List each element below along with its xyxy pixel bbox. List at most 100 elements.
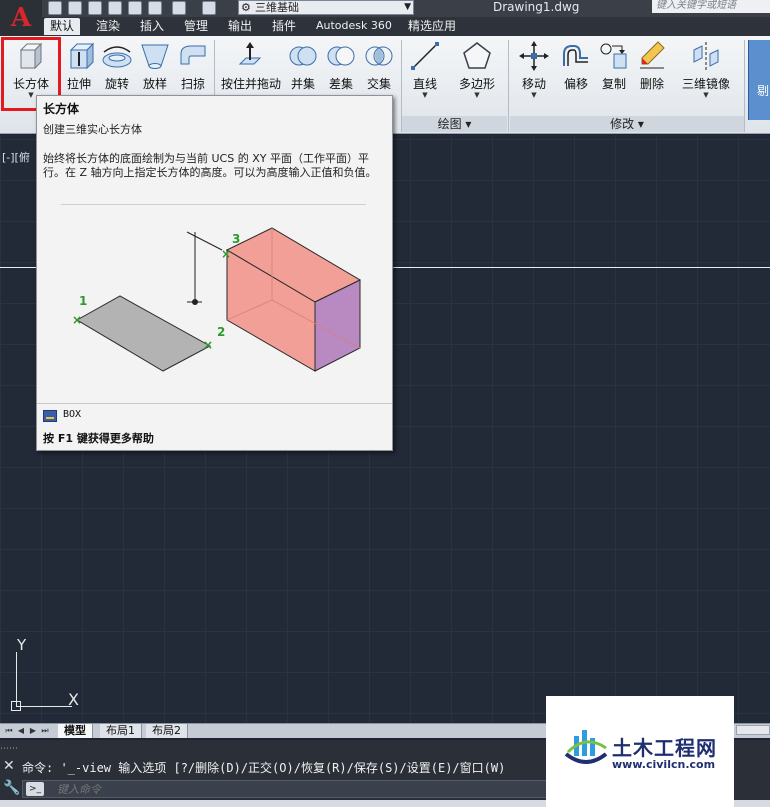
line-button[interactable]: 直线 ▼ bbox=[405, 40, 445, 102]
close-icon[interactable]: ✕ bbox=[3, 758, 15, 774]
offset-button[interactable]: 偏移 bbox=[556, 40, 596, 102]
copy-label: 复制 bbox=[601, 77, 626, 91]
ucs-y-axis bbox=[16, 652, 17, 706]
open-icon[interactable] bbox=[68, 1, 82, 15]
polygon-icon bbox=[461, 40, 493, 72]
draw-panel-title[interactable]: 绘图 ▾ bbox=[402, 116, 507, 132]
extrude-button[interactable]: 拉伸 bbox=[59, 40, 99, 102]
tooltip-footer-divider bbox=[37, 403, 392, 404]
intersect-button[interactable]: 交集 bbox=[359, 40, 399, 102]
tab-autodesk-360[interactable]: Autodesk 360 bbox=[310, 18, 398, 35]
undo-icon[interactable] bbox=[172, 1, 186, 15]
base-rectangle bbox=[75, 295, 212, 372]
panel-divider bbox=[508, 40, 509, 132]
point-label-1: 1 bbox=[79, 294, 87, 308]
tooltip-description: 始终将长方体的底面绘制为与当前 UCS 的 XY 平面（工作平面）平行。在 Z … bbox=[43, 152, 377, 179]
document-title: Drawing1.dwg bbox=[493, 0, 580, 14]
polygon-button[interactable]: 多边形 ▼ bbox=[455, 40, 499, 102]
erase-label: 删除 bbox=[639, 77, 664, 91]
mirror3d-icon bbox=[690, 40, 722, 72]
command-input[interactable] bbox=[57, 782, 537, 796]
workspace-label: 三维基础 bbox=[255, 1, 299, 14]
tab-insert[interactable]: 插入 bbox=[134, 18, 170, 35]
tab-layout2[interactable]: 布局2 bbox=[146, 724, 188, 738]
point-marker-3: × bbox=[221, 247, 231, 261]
copy-icon bbox=[598, 40, 630, 72]
print-icon[interactable] bbox=[128, 1, 142, 15]
ribbon-tab-row: 默认 渲染 插入 管理 输出 插件 Autodesk 360 精选应用 bbox=[42, 17, 770, 36]
height-tick-top bbox=[186, 231, 223, 251]
plot-icon[interactable] bbox=[148, 1, 162, 15]
last-layout-icon[interactable]: ⏭ bbox=[40, 726, 50, 736]
extrude-label: 拉伸 bbox=[66, 77, 91, 91]
sweep-icon bbox=[177, 40, 209, 72]
move-icon bbox=[518, 40, 550, 72]
tooltip-command: BOX bbox=[63, 409, 82, 420]
panel-divider bbox=[744, 40, 745, 132]
save-icon[interactable] bbox=[88, 1, 102, 15]
copy-button[interactable]: 复制 bbox=[594, 40, 634, 102]
offset-label: 偏移 bbox=[563, 77, 588, 91]
offset-icon bbox=[560, 40, 592, 72]
tooltip-title: 长方体 bbox=[43, 102, 80, 116]
tab-plugins[interactable]: 插件 bbox=[266, 18, 302, 35]
command-icon bbox=[43, 410, 57, 422]
prev-layout-icon[interactable]: ◀ bbox=[16, 726, 26, 736]
caret-icon: ▼ bbox=[474, 91, 480, 99]
revolve-button[interactable]: 旋转 bbox=[97, 40, 137, 102]
caret-icon: ▼ bbox=[703, 91, 709, 99]
watermark-url: www.civilcn.com bbox=[612, 758, 716, 771]
viewport-label[interactable]: [-][俯 bbox=[2, 149, 30, 165]
point-marker-1: × bbox=[72, 313, 82, 327]
loft-icon bbox=[139, 40, 171, 72]
point-marker-2: × bbox=[203, 338, 213, 352]
ucs-origin-icon bbox=[11, 701, 21, 711]
extrude-icon bbox=[63, 40, 95, 72]
ucs-x-axis bbox=[16, 706, 72, 707]
application-menu-button[interactable]: A bbox=[0, 0, 42, 36]
erase-button[interactable]: 删除 bbox=[632, 40, 672, 102]
gear-icon: ⚙ bbox=[241, 1, 251, 14]
tab-layout1[interactable]: 布局1 bbox=[100, 724, 142, 738]
line-label: 直线 bbox=[412, 77, 437, 91]
modify-panel-title[interactable]: 修改 ▾ bbox=[510, 116, 744, 132]
watermark: 土木工程网 www.civilcn.com bbox=[546, 696, 734, 807]
eraser-icon bbox=[636, 40, 668, 72]
caret-icon: ▼ bbox=[531, 91, 537, 99]
horizontal-scrollbar[interactable] bbox=[736, 725, 770, 735]
subtract-label: 差集 bbox=[328, 77, 353, 91]
loft-button[interactable]: 放样 bbox=[135, 40, 175, 102]
sweep-button[interactable]: 扫掠 bbox=[173, 40, 213, 102]
presspull-label: 按住并拖动 bbox=[221, 77, 282, 91]
new-icon[interactable] bbox=[48, 1, 62, 15]
tab-home[interactable]: 默认 bbox=[44, 18, 81, 35]
mirror3d-button[interactable]: 三维镜像 ▼ bbox=[680, 40, 732, 102]
section-plane-button[interactable]: 剔 bbox=[748, 40, 770, 120]
first-layout-icon[interactable]: ⏮ bbox=[4, 726, 14, 736]
help-search-input[interactable]: 键入关键字或短语 bbox=[652, 0, 770, 13]
move-button[interactable]: 移动 ▼ bbox=[514, 40, 554, 102]
presspull-button[interactable]: 按住并拖动 bbox=[221, 40, 282, 102]
presspull-icon bbox=[234, 40, 266, 72]
subtract-button[interactable]: 差集 bbox=[321, 40, 361, 102]
subtract-icon bbox=[325, 40, 357, 72]
tab-manage[interactable]: 管理 bbox=[178, 18, 214, 35]
watermark-name: 土木工程网 bbox=[612, 736, 717, 760]
revolve-label: 旋转 bbox=[104, 77, 129, 91]
tab-output[interactable]: 输出 bbox=[222, 18, 258, 35]
caret-icon: ▼ bbox=[422, 91, 428, 99]
tab-render[interactable]: 渲染 bbox=[90, 18, 126, 35]
ucs-y-label: Y bbox=[17, 636, 27, 654]
tab-featured-apps[interactable]: 精选应用 bbox=[402, 18, 462, 35]
command-prompt-icon[interactable]: >_ bbox=[26, 782, 44, 796]
wrench-icon[interactable]: 🔧 bbox=[3, 780, 20, 796]
tab-model[interactable]: 模型 bbox=[58, 724, 93, 738]
union-button[interactable]: 并集 bbox=[283, 40, 323, 102]
command-input-box[interactable]: >_ bbox=[22, 780, 550, 798]
grip-handle-icon[interactable]: ⋯⋯ bbox=[0, 744, 20, 754]
command-history: 命令: '_-view 输入选项 [?/删除(D)/正交(O)/恢复(R)/保存… bbox=[22, 761, 506, 775]
save-as-icon[interactable] bbox=[108, 1, 122, 15]
workspace-select[interactable]: ⚙ 三维基础 ▼ bbox=[238, 0, 414, 15]
next-layout-icon[interactable]: ▶ bbox=[28, 726, 38, 736]
redo-icon[interactable] bbox=[202, 1, 216, 15]
